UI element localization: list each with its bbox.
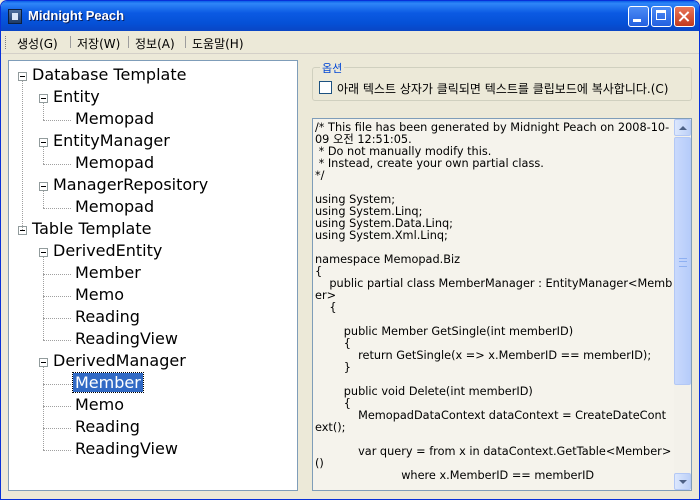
tree-item[interactable]: Entity <box>51 87 102 107</box>
menu-help[interactable]: 도움말(H) <box>192 35 244 52</box>
tree-item-label: Memo <box>75 285 125 304</box>
tree-item-label: Reading <box>75 417 140 436</box>
tree-item[interactable]: Memopad <box>73 197 156 217</box>
tree-connector <box>43 428 71 429</box>
tree-connector <box>43 191 44 208</box>
tree-item[interactable]: Memopad <box>73 153 156 173</box>
app-icon[interactable] <box>8 9 22 24</box>
copy-to-clipboard-checkbox[interactable] <box>319 81 332 94</box>
tree-connector <box>43 406 71 407</box>
tree-item-label: DerivedManager <box>53 351 186 370</box>
tree-collapse-icon[interactable] <box>39 182 48 191</box>
tree-item-label: Memo <box>75 395 125 414</box>
tree-connector <box>43 257 44 340</box>
tree-connector <box>43 450 71 451</box>
tree-collapse-icon[interactable] <box>39 94 48 103</box>
tree-connector <box>43 208 71 209</box>
menu-grip-icon[interactable] <box>5 36 9 49</box>
tree-item[interactable]: Database Template <box>30 65 188 85</box>
tree-connector <box>43 318 71 319</box>
menu-save[interactable]: 저장(W) <box>77 35 120 52</box>
maximize-button[interactable] <box>651 6 672 27</box>
tree-item-label: Reading <box>75 307 140 326</box>
options-group: 옵션 아래 텍스트 상자가 클릭되면 텍스트를 클립보드에 복사합니다.(C) <box>312 60 692 102</box>
scroll-thumb[interactable] <box>674 137 691 385</box>
menu-bar: 생성(G) 저장(W) 정보(A) 도움말(H) <box>1 31 699 54</box>
scroll-up-button[interactable] <box>674 119 691 136</box>
tree-collapse-icon[interactable] <box>18 72 27 81</box>
tree-item[interactable]: Reading <box>73 307 142 327</box>
tree-item-label: EntityManager <box>53 131 170 150</box>
tree-item-label: Memopad <box>75 197 155 216</box>
menu-separator <box>70 36 71 48</box>
tree-collapse-icon[interactable] <box>39 358 48 367</box>
tree-item[interactable]: Memo <box>73 395 126 415</box>
template-tree[interactable]: Database Template Entity Memopad EntityMana… <box>8 60 298 491</box>
tree-connector <box>43 120 71 121</box>
tree-item[interactable]: EntityManager <box>51 131 172 151</box>
tree-collapse-icon[interactable] <box>39 138 48 147</box>
tree-connector <box>43 367 44 450</box>
generated-code-textbox[interactable]: /* This file has been generated by Midni… <box>312 118 692 491</box>
tree-item[interactable]: DerivedEntity <box>51 241 164 261</box>
close-button[interactable] <box>674 6 695 27</box>
tree-item-label: Table Template <box>32 219 152 238</box>
tree-item[interactable]: Memopad <box>73 109 156 129</box>
tree-connector <box>22 81 23 230</box>
tree-item-label: Member <box>72 372 144 393</box>
title-bar[interactable]: Midnight Peach <box>1 1 699 31</box>
tree-item-label: Member <box>75 263 141 282</box>
tree-collapse-icon[interactable] <box>39 248 48 257</box>
tree-connector <box>43 296 71 297</box>
tree-item[interactable]: ReadingView <box>73 439 180 459</box>
tree-item-label: ReadingView <box>75 439 178 458</box>
tree-connector <box>43 340 71 341</box>
menu-generate[interactable]: 생성(G) <box>17 35 58 52</box>
tree-item[interactable]: Reading <box>73 417 142 437</box>
scroll-up-arrow-icon <box>679 126 687 130</box>
tree-connector <box>43 274 71 275</box>
code-vertical-scrollbar[interactable] <box>674 119 691 490</box>
app-window: Midnight Peach 생성(G) 저장(W) 정보(A) 도움말(H) … <box>0 0 700 500</box>
window-title: Midnight Peach <box>28 8 125 23</box>
tree-connector <box>43 164 71 165</box>
tree-item[interactable]: Memo <box>73 285 126 305</box>
scroll-down-button[interactable] <box>674 473 691 490</box>
tree-item[interactable]: Table Template <box>30 219 153 239</box>
tree-item[interactable]: ReadingView <box>73 329 180 349</box>
tree-item-label: Memopad <box>75 153 155 172</box>
scroll-grip-icon <box>679 258 687 267</box>
minimize-button[interactable] <box>628 6 649 27</box>
tree-item-label: Entity <box>53 87 100 106</box>
tree-connector <box>43 103 44 120</box>
tree-connector <box>43 147 44 164</box>
tree-item-label: ManagerRepository <box>53 175 209 194</box>
copy-to-clipboard-label[interactable]: 아래 텍스트 상자가 클릭되면 텍스트를 클립보드에 복사합니다.(C) <box>337 80 689 97</box>
tree-connector <box>43 384 71 385</box>
minimize-icon <box>629 7 648 26</box>
options-group-title: 옵션 <box>320 60 345 76</box>
tree-item-label: Memopad <box>75 109 155 128</box>
tree-item[interactable]: ManagerRepository <box>51 175 210 195</box>
tree-item[interactable]: Member <box>73 263 143 283</box>
menu-separator <box>185 36 186 48</box>
maximize-icon <box>652 7 671 26</box>
generated-code[interactable]: /* This file has been generated by Midni… <box>315 122 673 482</box>
menu-separator <box>128 36 129 48</box>
menu-info[interactable]: 정보(A) <box>135 35 175 52</box>
tree-item-label: Database Template <box>32 65 187 84</box>
tree-item-label: DerivedEntity <box>53 241 163 260</box>
close-icon <box>675 7 694 26</box>
tree-item-label: ReadingView <box>75 329 178 348</box>
tree-item[interactable]: Member <box>72 372 144 393</box>
tree-item[interactable]: DerivedManager <box>51 351 188 371</box>
scroll-down-arrow-icon <box>679 480 687 484</box>
